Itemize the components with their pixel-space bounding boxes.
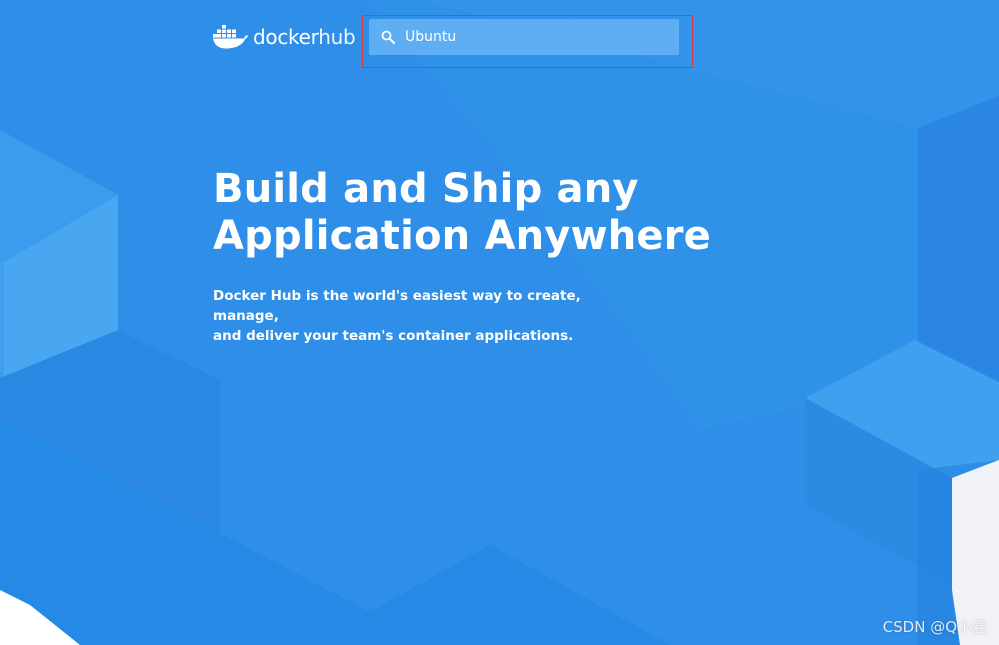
docker-hub-logo[interactable]: dockerhub — [213, 22, 356, 52]
docker-whale-icon — [213, 25, 248, 49]
logo-wordmark: dockerhub — [253, 25, 356, 49]
hero-subtitle-line-2: and deliver your team's container applic… — [213, 328, 574, 344]
hero-subtitle-line-1: Docker Hub is the world's easiest way to… — [213, 288, 581, 324]
hero-subtitle: Docker Hub is the world's easiest way to… — [213, 286, 633, 346]
csdn-watermark: CSDN @Q小鑫 — [882, 618, 987, 636]
search-input[interactable]: Ubuntu — [369, 19, 679, 55]
hero-title-line-2: Application Anywhere — [213, 213, 711, 259]
logo-text-docker: docker — [253, 25, 319, 49]
search-icon — [379, 28, 397, 46]
hero-title: Build and Ship any Application Anywhere — [213, 166, 711, 260]
hero-title-line-1: Build and Ship any — [213, 166, 639, 212]
logo-text-hub: hub — [318, 25, 356, 49]
search-input-value[interactable]: Ubuntu — [405, 29, 456, 45]
